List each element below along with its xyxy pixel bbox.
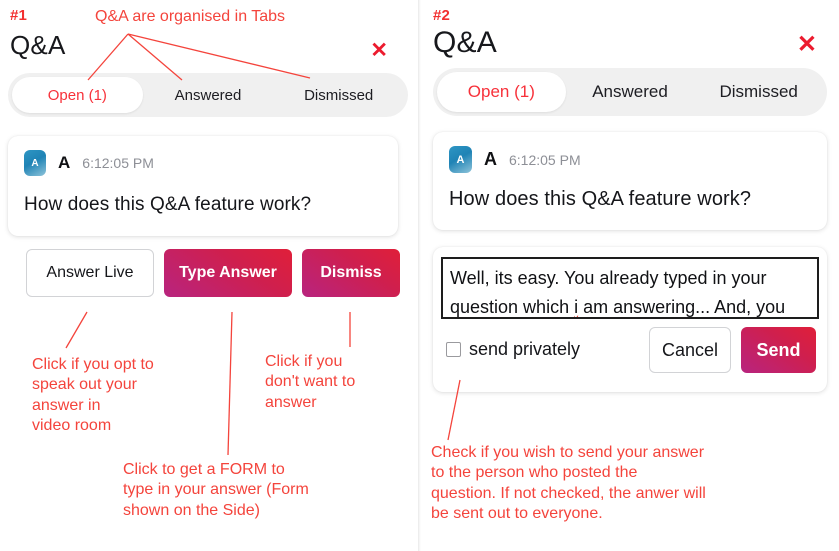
dismiss-button[interactable]: Dismiss bbox=[302, 249, 400, 297]
type-answer-label: Type Answer bbox=[179, 264, 277, 281]
cancel-button[interactable]: Cancel bbox=[649, 327, 731, 373]
question-card-1: A A 6:12:05 PM How does this Q&A feature… bbox=[8, 136, 398, 236]
avatar: A bbox=[24, 150, 46, 176]
screenshot-stage: #1 Q&A ✕ Open (1) Answered Dismissed A A… bbox=[0, 0, 839, 551]
panel-step-2: #2 Q&A ✕ Open (1) Answered Dismissed A A… bbox=[421, 0, 839, 551]
type-answer-button[interactable]: Type Answer bbox=[164, 249, 292, 297]
tab-open-label: Open (1) bbox=[467, 82, 535, 101]
answer-line-2-part-a: question which bbox=[450, 297, 575, 317]
question-meta: A A 6:12:05 PM bbox=[449, 146, 581, 173]
answer-live-label: Answer Live bbox=[46, 264, 134, 281]
answer-form-card: Well, its easy. You already typed in you… bbox=[433, 247, 827, 392]
avatar: A bbox=[449, 146, 472, 173]
step-number-2: #2 bbox=[433, 7, 451, 24]
question-text: How does this Q&A feature work? bbox=[449, 188, 752, 210]
send-privately-label: send privately bbox=[469, 339, 581, 359]
answer-line-2-part-b: am answering... And, you bbox=[578, 297, 786, 317]
send-privately-checkbox[interactable] bbox=[446, 342, 461, 357]
send-privately-row[interactable]: send privately bbox=[446, 339, 580, 360]
question-author: A bbox=[484, 149, 497, 169]
tab-answered-label: Answered bbox=[174, 86, 242, 104]
annotation-tabs-note: Q&A are organised in Tabs bbox=[95, 8, 286, 25]
cancel-label: Cancel bbox=[661, 339, 719, 360]
question-meta: A A 6:12:05 PM bbox=[24, 150, 154, 176]
send-button[interactable]: Send bbox=[741, 327, 816, 373]
answer-textarea[interactable]: Well, its easy. You already typed in you… bbox=[441, 257, 819, 319]
close-icon[interactable]: ✕ bbox=[370, 40, 388, 61]
question-timestamp: 6:12:05 PM bbox=[509, 151, 581, 168]
tab-answered-label: Answered bbox=[592, 82, 668, 101]
tab-open-label: Open (1) bbox=[47, 86, 107, 104]
close-icon[interactable]: ✕ bbox=[797, 33, 817, 57]
tab-dismissed-label: Dismissed bbox=[719, 82, 798, 101]
question-card-2: A A 6:12:05 PM How does this Q&A feature… bbox=[433, 132, 827, 230]
page-title-1: Q&A bbox=[10, 30, 66, 60]
answer-live-button[interactable]: Answer Live bbox=[26, 249, 154, 297]
annotation-answer-live-note: Click if you opt to speak out your answe… bbox=[32, 356, 154, 435]
answer-line-2: question which i am answering... And, yo… bbox=[450, 293, 810, 317]
dismiss-label: Dismiss bbox=[320, 264, 382, 281]
tab-dismissed[interactable]: Dismissed bbox=[273, 77, 404, 113]
question-timestamp: 6:12:05 PM bbox=[82, 155, 154, 171]
answer-line-1: Well, its easy. You already typed in you… bbox=[450, 268, 767, 288]
question-text: How does this Q&A feature work? bbox=[24, 194, 312, 215]
step-number-1: #1 bbox=[10, 7, 28, 24]
tab-dismissed-label: Dismissed bbox=[304, 86, 374, 104]
page-title-2: Q&A bbox=[433, 26, 497, 59]
annotation-dismiss-note: Click if you don't want to answer bbox=[265, 353, 356, 411]
annotation-type-answer-note: Click to get a FORM to type in your answ… bbox=[123, 461, 309, 519]
tab-open[interactable]: Open (1) bbox=[12, 77, 143, 113]
send-label: Send bbox=[756, 339, 801, 360]
question-author: A bbox=[58, 153, 71, 172]
tabbar-1: Open (1) Answered Dismissed bbox=[8, 73, 408, 117]
annotation-privacy-note: Check if you wish to send your answer to… bbox=[431, 444, 706, 523]
tab-answered[interactable]: Answered bbox=[566, 72, 695, 112]
tabbar-2: Open (1) Answered Dismissed bbox=[433, 68, 827, 116]
tab-dismissed[interactable]: Dismissed bbox=[694, 72, 823, 112]
tab-open[interactable]: Open (1) bbox=[437, 72, 566, 112]
panel-step-1: #1 Q&A ✕ Open (1) Answered Dismissed A A… bbox=[0, 0, 418, 551]
tab-answered[interactable]: Answered bbox=[143, 77, 274, 113]
